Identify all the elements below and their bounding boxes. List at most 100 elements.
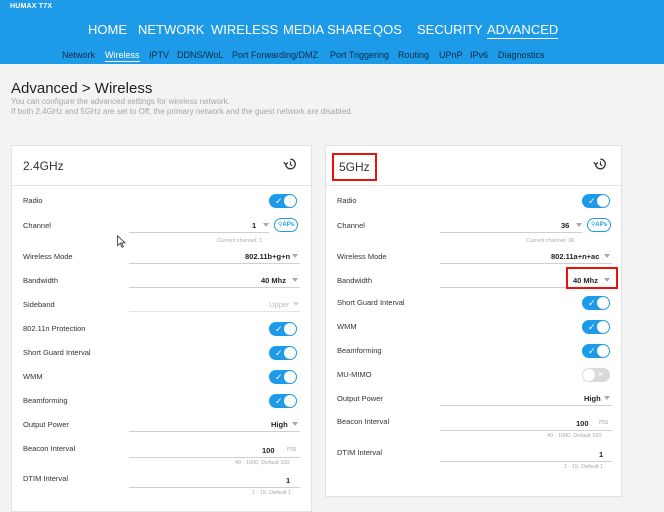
- main-nav-home[interactable]: HOME: [88, 22, 127, 38]
- row-beacon-interval: Beacon Interval 100 ms: [326, 415, 621, 431]
- channel-hint: Current channel: 36: [526, 238, 575, 244]
- dtim-interval-underline: [129, 487, 300, 488]
- channel-underline: [440, 232, 582, 233]
- toggle-knob: [597, 297, 609, 309]
- wireless-mode-value[interactable]: 802.11a+n+ac: [551, 252, 599, 261]
- protection-toggle[interactable]: ✓: [269, 322, 297, 336]
- dtim-interval-value[interactable]: 1: [286, 476, 290, 485]
- beacon-interval-underline: [440, 430, 612, 431]
- check-icon: ✓: [588, 346, 596, 356]
- sub-nav-iptv[interactable]: IPTV: [149, 49, 169, 61]
- sub-nav-ipv6[interactable]: IPv6: [470, 49, 488, 61]
- chevron-down-icon[interactable]: [292, 254, 298, 258]
- sub-nav-routing[interactable]: Routing: [398, 49, 429, 61]
- sub-nav-diagnostics[interactable]: Diagnostics: [498, 49, 545, 61]
- beacon-interval-unit: ms: [599, 419, 609, 426]
- main-nav-wireless[interactable]: WIRELESS: [211, 22, 278, 38]
- channel-value[interactable]: 36: [561, 221, 569, 230]
- label-output-power: Output Power: [23, 420, 69, 429]
- beacon-interval-value[interactable]: 100: [262, 446, 275, 455]
- chevron-down-icon[interactable]: [604, 254, 610, 258]
- chevron-down-icon[interactable]: [576, 223, 582, 227]
- chevron-down-icon[interactable]: [292, 422, 298, 426]
- output-power-value[interactable]: High: [584, 394, 601, 403]
- label-80211n-protection: 802.11n Protection: [23, 324, 86, 333]
- label-short-guard-interval: Short Guard Interval: [337, 298, 405, 307]
- dtim-interval-value[interactable]: 1: [599, 450, 603, 459]
- row-beacon-interval: Beacon Interval 100 ms: [12, 442, 311, 458]
- panel-5ghz-header: 5GHz: [326, 146, 621, 186]
- panel-title: 5GHz: [332, 153, 377, 181]
- row-mu-mimo: MU-MIMO ✕: [326, 368, 621, 382]
- chevron-down-icon[interactable]: [263, 223, 269, 227]
- main-nav-advanced[interactable]: ADVANCED: [487, 22, 559, 39]
- wmm-toggle[interactable]: ✓: [269, 370, 297, 384]
- page-description-line-2: If both 2.4GHz and 5GHz are set to Off, …: [11, 107, 353, 116]
- check-icon: ✓: [275, 348, 283, 358]
- x-icon: ✕: [597, 370, 604, 379]
- row-wmm: WMM ✓: [12, 370, 311, 384]
- dtim-interval-hint: 1 - 15, Default 1: [252, 490, 292, 496]
- channel-value[interactable]: 1: [252, 221, 256, 230]
- output-power-value[interactable]: High: [271, 420, 288, 429]
- label-channel: Channel: [337, 221, 365, 230]
- label-dtim-interval: DTIM Interval: [337, 448, 383, 457]
- sgi-toggle[interactable]: ✓: [269, 346, 297, 360]
- radio-toggle[interactable]: ✓: [582, 194, 610, 208]
- row-sideband: Sideband Upper: [12, 298, 311, 312]
- main-nav-qos[interactable]: QOS: [373, 22, 402, 38]
- main-nav-media-share[interactable]: MEDIA SHARE: [283, 22, 372, 38]
- chevron-down-icon: [293, 302, 299, 306]
- row-wireless-mode: Wireless Mode 802.11a+n+ac: [326, 250, 621, 264]
- row-channel: Channel 36 ⚲APs: [326, 218, 621, 233]
- history-icon[interactable]: [283, 157, 297, 171]
- row-output-power: Output Power High: [12, 418, 311, 432]
- mu-mimo-toggle[interactable]: ✕: [582, 368, 610, 382]
- check-icon: ✓: [275, 372, 283, 382]
- panel-2-4ghz: 2.4GHz Radio ✓ Channel 1 ⚲APs Current ch…: [11, 145, 312, 512]
- row-radio: Radio ✓: [326, 194, 621, 208]
- wireless-mode-underline: [129, 263, 300, 264]
- beamforming-toggle[interactable]: ✓: [582, 344, 610, 358]
- wireless-mode-value[interactable]: 802.11b+g+n: [245, 252, 290, 261]
- beacon-interval-hint: 40 - 1000, Default 100: [547, 433, 602, 439]
- toggle-knob: [597, 321, 609, 333]
- sub-nav-port-triggering[interactable]: Port Triggering: [330, 49, 389, 61]
- row-beamforming: Beamforming ✓: [12, 394, 311, 408]
- panel-2-4ghz-header: 2.4GHz: [12, 146, 311, 186]
- chevron-down-icon[interactable]: [604, 396, 610, 400]
- radio-toggle[interactable]: ✓: [269, 194, 297, 208]
- wireless-mode-underline: [440, 263, 612, 264]
- sgi-toggle[interactable]: ✓: [582, 296, 610, 310]
- toggle-knob: [284, 371, 296, 383]
- bandwidth-value[interactable]: 40 Mhz: [261, 276, 286, 285]
- label-wireless-mode: Wireless Mode: [23, 252, 73, 261]
- toggle-knob: [284, 323, 296, 335]
- wmm-toggle[interactable]: ✓: [582, 320, 610, 334]
- row-output-power: Output Power High: [326, 392, 621, 406]
- beamforming-toggle[interactable]: ✓: [269, 394, 297, 408]
- page-title: Advanced > Wireless: [11, 80, 153, 97]
- sub-nav-upnp[interactable]: UPnP: [439, 49, 463, 61]
- sub-nav-ddns-wol[interactable]: DDNS/WoL: [177, 49, 223, 61]
- page-description: You can configure the advanced settings …: [11, 97, 353, 117]
- label-beacon-interval: Beacon Interval: [337, 417, 390, 426]
- main-nav-network[interactable]: NETWORK: [138, 22, 204, 38]
- toggle-knob: [284, 347, 296, 359]
- check-icon: ✓: [588, 196, 596, 206]
- chevron-down-icon[interactable]: [292, 278, 298, 282]
- sub-nav-port-forwarding[interactable]: Port Forwarding/DMZ: [232, 49, 318, 61]
- label-beamforming: Beamforming: [23, 396, 68, 405]
- scan-aps-button[interactable]: ⚲APs: [274, 218, 298, 232]
- sub-nav-network[interactable]: Network: [62, 49, 95, 61]
- sub-nav-wireless[interactable]: Wireless: [105, 49, 140, 62]
- row-short-guard-interval: Short Guard Interval ✓: [12, 346, 311, 360]
- beacon-interval-value[interactable]: 100: [576, 419, 589, 428]
- main-nav-security[interactable]: SECURITY: [417, 22, 483, 38]
- row-dtim-interval: DTIM Interval 1: [12, 472, 311, 488]
- toggle-knob: [597, 195, 609, 207]
- history-icon[interactable]: [593, 157, 607, 171]
- scan-aps-button[interactable]: ⚲APs: [587, 218, 611, 232]
- label-dtim-interval: DTIM Interval: [23, 474, 69, 483]
- channel-hint: Current channel: 1: [217, 238, 263, 244]
